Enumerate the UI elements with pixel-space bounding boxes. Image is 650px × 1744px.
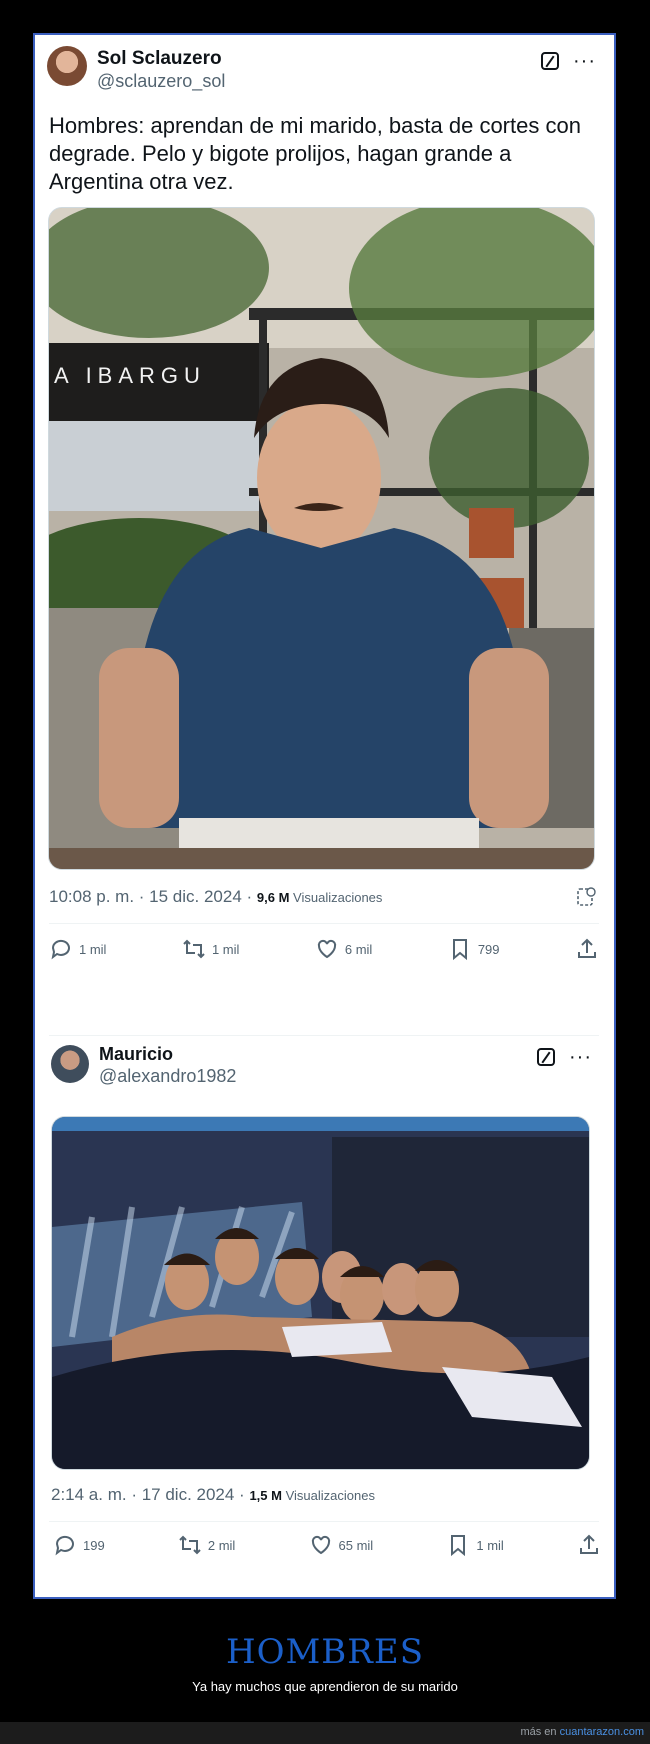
retweet-count: 2 mil	[207, 1537, 236, 1553]
author-handle[interactable]: @sclauzero_sol	[97, 71, 225, 92]
author-name[interactable]: Mauricio	[99, 1044, 173, 1065]
bookmark-icon	[451, 1535, 466, 1557]
reply-count: 199	[83, 1537, 105, 1553]
like-icon	[317, 939, 336, 959]
grok-icon[interactable]	[537, 1048, 556, 1066]
site-credit: más en cuantarazon.com	[520, 1726, 644, 1738]
like-icon	[311, 1535, 330, 1555]
author-name[interactable]: Sol Sclauzero	[97, 48, 222, 70]
tweet-meta: 10:08 p. m. · 15 dic. 2024 · 9,6 M Visua…	[49, 887, 382, 907]
reply-button[interactable]: 1 mil	[49, 937, 106, 961]
views-count: 9,6 M	[256, 890, 290, 905]
reply-icon	[55, 1535, 74, 1556]
author-handle[interactable]: @alexandro1982	[99, 1066, 236, 1087]
svg-text:A IBARGU: A IBARGU	[54, 363, 206, 388]
meme-card: Sol Sclauzero @sclauzero_sol ··· Hombres…	[33, 33, 616, 1599]
reply-icon	[51, 939, 70, 960]
retweet-icon	[183, 939, 205, 959]
more-icon[interactable]: ···	[569, 1047, 592, 1067]
tweet-1: Sol Sclauzero @sclauzero_sol ··· Hombres…	[35, 35, 614, 1036]
reply-count: 1 mil	[79, 941, 107, 957]
meme-subtitle: Ya hay muchos que aprendieron de su mari…	[192, 1679, 458, 1694]
share-icon	[579, 1534, 598, 1554]
action-bar: 1 mil 1 mil 6 mil 799	[49, 931, 599, 967]
divider	[49, 923, 599, 924]
like-count: 6 mil	[344, 941, 373, 957]
timestamp[interactable]: 2:14 a. m. · 17 dic. 2024 ·	[51, 1485, 249, 1504]
tweet-text: Hombres: aprendan de mi marido, basta de…	[49, 113, 581, 194]
analytics-icon[interactable]	[576, 887, 596, 907]
bookmark-icon	[452, 939, 467, 961]
avatar[interactable]	[51, 1045, 89, 1083]
retweet-button[interactable]: 2 mil	[178, 1533, 235, 1557]
action-bar: 199 2 mil 65 mil 1 mil	[53, 1527, 601, 1563]
bookmark-button[interactable]: 799	[448, 937, 500, 961]
bookmark-count: 1 mil	[476, 1537, 504, 1553]
avatar[interactable]	[47, 46, 87, 86]
timestamp[interactable]: 10:08 p. m. · 15 dic. 2024 ·	[49, 887, 257, 906]
group-photo	[52, 1117, 589, 1469]
tweet-tools: ···	[541, 51, 596, 71]
share-button[interactable]	[577, 1533, 601, 1557]
bookmark-count: 799	[477, 941, 500, 957]
credit-prefix: más en	[520, 1726, 560, 1738]
tweet-meta: 2:14 a. m. · 17 dic. 2024 · 1,5 M Visual…	[51, 1485, 375, 1505]
reply-button[interactable]: 199	[53, 1533, 105, 1557]
more-icon[interactable]: ···	[573, 51, 596, 71]
divider	[49, 1521, 599, 1522]
views-label: Visualizaciones	[281, 1488, 375, 1503]
grok-icon[interactable]	[541, 52, 560, 70]
tweet-photo[interactable]	[51, 1116, 590, 1470]
retweet-button[interactable]: 1 mil	[182, 937, 239, 961]
share-icon	[578, 938, 596, 958]
like-button[interactable]: 6 mil	[315, 937, 372, 961]
tweet-photo[interactable]: A IBARGU	[48, 207, 595, 870]
bookmark-button[interactable]: 1 mil	[446, 1533, 504, 1557]
views-label: Visualizaciones	[289, 890, 383, 905]
share-button[interactable]	[575, 937, 599, 961]
meme-title: HOMBRES	[225, 1632, 425, 1672]
retweet-count: 1 mil	[211, 941, 240, 957]
views-count: 1,5 M	[249, 1488, 282, 1503]
divider	[49, 1035, 599, 1036]
like-button[interactable]: 65 mil	[309, 1533, 374, 1557]
tweet-tools: ···	[537, 1047, 592, 1067]
site-link[interactable]: cuantarazon.com	[560, 1726, 644, 1738]
like-count: 65 mil	[338, 1537, 374, 1553]
site-footer: más en cuantarazon.com	[0, 1722, 650, 1744]
man-photo: A IBARGU	[49, 208, 594, 869]
retweet-icon	[179, 1535, 201, 1555]
tweet-2: Mauricio @alexandro1982 ··· 2:14 a. m. ·…	[35, 1044, 614, 1593]
